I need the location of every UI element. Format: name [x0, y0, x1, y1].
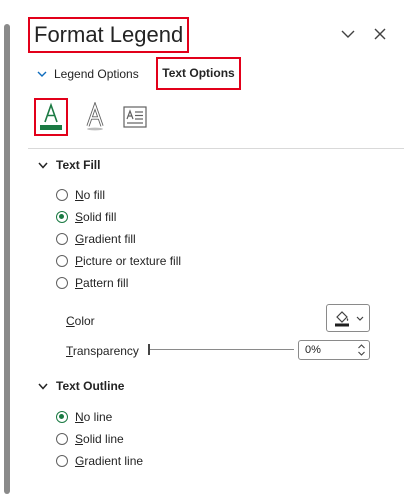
radio-label: icture or texture fill: [83, 254, 182, 268]
radio-label: o line: [83, 410, 113, 424]
radio-label: o fill: [83, 188, 106, 202]
color-label: Color: [66, 312, 95, 330]
radio-label: radient line: [84, 454, 144, 468]
radio-label-accel: P: [75, 276, 84, 290]
textbox-icon[interactable]: [118, 98, 152, 136]
radio-label-accel: S: [75, 432, 84, 446]
transparency-label-accel: T: [66, 344, 73, 358]
radio-label: olid line: [83, 432, 124, 446]
transparency-spinner[interactable]: 0%: [298, 340, 370, 360]
section-divider: [28, 148, 404, 149]
radio-solid-line[interactable]: Solid line: [56, 430, 124, 448]
transparency-slider[interactable]: [148, 341, 294, 359]
chevron-down-icon: [38, 162, 48, 169]
radio-label-accel: N: [75, 188, 84, 202]
radio-indicator: [56, 433, 68, 445]
color-picker-button[interactable]: [326, 304, 370, 332]
text-outline-section-header[interactable]: Text Outline: [38, 377, 124, 395]
transparency-value: 0%: [305, 344, 321, 356]
text-effects-icon[interactable]: [78, 98, 112, 136]
radio-label-accel: P: [75, 254, 84, 268]
radio-gradient-fill[interactable]: Gradient fill: [56, 230, 136, 248]
tab-legend-options[interactable]: Legend Options: [36, 64, 139, 84]
radio-no-line[interactable]: No line: [56, 408, 112, 426]
radio-label-accel: G: [75, 454, 85, 468]
radio-label: attern fill: [83, 276, 129, 290]
radio-gradient-line[interactable]: Gradient line: [56, 452, 143, 470]
pane-scrollbar[interactable]: [0, 0, 14, 496]
tab-text-options[interactable]: Text Options: [156, 57, 241, 90]
radio-label-accel: N: [75, 410, 84, 424]
radio-indicator: [56, 255, 68, 267]
radio-indicator: [56, 233, 68, 245]
spinner-arrows-icon[interactable]: [357, 343, 366, 357]
text-fill-outline-icon[interactable]: [34, 98, 68, 136]
slider-thumb[interactable]: [148, 344, 150, 355]
pane-title: Format Legend: [28, 17, 190, 53]
chevron-down-icon: [38, 383, 48, 390]
tab-legend-options-label: Legend Options: [54, 67, 139, 81]
pane-options-chevron-icon[interactable]: [338, 24, 358, 44]
paint-bucket-icon: [334, 311, 349, 327]
chevron-down-icon: [37, 71, 47, 77]
radio-picture-texture-fill[interactable]: Picture or texture fill: [56, 252, 181, 270]
radio-indicator: [56, 455, 68, 467]
slider-track: [148, 349, 294, 350]
color-label-accel: C: [66, 314, 75, 328]
close-pane-icon[interactable]: [370, 24, 390, 44]
chevron-down-icon: [356, 316, 363, 321]
radio-indicator-selected: [56, 411, 68, 423]
radio-indicator-selected: [56, 211, 68, 223]
radio-solid-fill[interactable]: Solid fill: [56, 208, 116, 226]
radio-label-accel: G: [75, 232, 85, 246]
text-outline-header-label: Text Outline: [56, 379, 125, 393]
radio-pattern-fill[interactable]: Pattern fill: [56, 274, 128, 292]
transparency-label-rest: ransparency: [72, 344, 139, 358]
transparency-label: Transparency: [66, 342, 139, 360]
radio-no-fill[interactable]: No fill: [56, 186, 105, 204]
radio-label-accel: S: [75, 210, 84, 224]
radio-indicator: [56, 189, 68, 201]
pane-scrollbar-thumb[interactable]: [4, 24, 10, 494]
text-fill-header-label: Text Fill: [56, 158, 101, 172]
color-label-rest: olor: [74, 314, 95, 328]
format-legend-pane: Format Legend Legend Options Text Option…: [14, 0, 404, 496]
text-fill-section-header[interactable]: Text Fill: [38, 156, 100, 174]
radio-indicator: [56, 277, 68, 289]
radio-label: radient fill: [84, 232, 136, 246]
radio-label: olid fill: [83, 210, 117, 224]
